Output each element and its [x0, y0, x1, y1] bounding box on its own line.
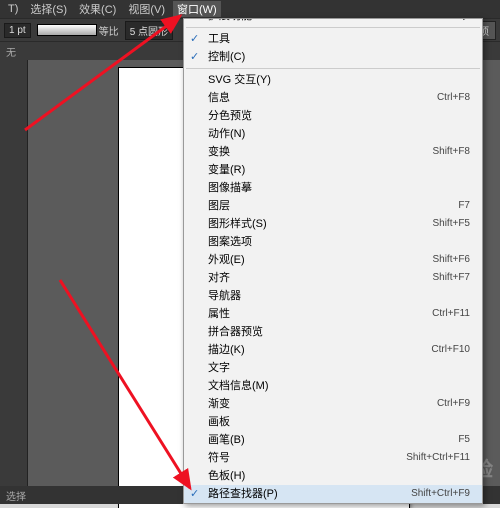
menu-item[interactable]: 导航器	[184, 287, 482, 305]
menu-item-label: 描边(K)	[208, 343, 245, 357]
menu-item[interactable]: 图案选项	[184, 233, 482, 251]
menu-item-view[interactable]: 视图(V)	[124, 1, 169, 17]
menu-item[interactable]: 变换 Shift+F8	[184, 143, 482, 161]
menu-item-shortcut: F5	[440, 433, 470, 447]
menu-item-effect[interactable]: 效果(C)	[75, 1, 120, 17]
menu-item-label: 外观(E)	[208, 253, 245, 267]
menu-item[interactable]: ✓ 路径查找器(P) Shift+Ctrl+F9	[184, 485, 482, 503]
menu-item-shortcut: Ctrl+F10	[413, 343, 470, 357]
menu-item-label: 工具	[208, 32, 230, 46]
menu-item[interactable]: 对齐 Shift+F7	[184, 269, 482, 287]
brush-name-field[interactable]: 5 点圆形	[125, 21, 173, 40]
menu-item-label: 文字	[208, 361, 230, 375]
stroke-profile-swatch[interactable]	[37, 24, 97, 36]
menu-item[interactable]: 图层 F7	[184, 197, 482, 215]
menu-item[interactable]: 分色预览	[184, 107, 482, 125]
menu-item-label: 拼合器预览	[208, 325, 263, 339]
menu-item-label: 图形样式(S)	[208, 217, 267, 231]
menu-item[interactable]: 文字	[184, 359, 482, 377]
check-icon: ✓	[190, 32, 199, 46]
menu-item[interactable]: 外观(E) Shift+F6	[184, 251, 482, 269]
menu-item-label: 图像描摹	[208, 181, 252, 195]
menu-item-label: 属性	[208, 307, 230, 321]
menu-item[interactable]: 画笔(B) F5	[184, 431, 482, 449]
menu-item-label: 动作(N)	[208, 127, 245, 141]
menu-item-label: 渐变	[208, 397, 230, 411]
menu-item[interactable]: 渐变 Ctrl+F9	[184, 395, 482, 413]
menu-item-label: 信息	[208, 91, 230, 105]
profile-label: 等比	[99, 23, 119, 38]
menu-item-shortcut: Shift+F5	[414, 217, 470, 231]
menu-item-label: 导航器	[208, 289, 241, 303]
menu-item-label: 分色预览	[208, 109, 252, 123]
menu-item[interactable]: 文档信息(M)	[184, 377, 482, 395]
menu-item[interactable]: 信息 Ctrl+F8	[184, 89, 482, 107]
menu-item[interactable]: 拼合器预览	[184, 323, 482, 341]
menu-item-label: 控制(C)	[208, 50, 245, 64]
tool-rail	[0, 60, 28, 504]
menu-item-label: 图层	[208, 199, 230, 213]
menu-item-label: 画笔(B)	[208, 433, 245, 447]
menu-item[interactable]: SVG 交互(Y)	[184, 71, 482, 89]
menu-item-label: 扩展功能	[208, 18, 252, 23]
menu-item-label: 对齐	[208, 271, 230, 285]
menu-item-label: 变量(R)	[208, 163, 245, 177]
menu-item[interactable]: 变量(R)	[184, 161, 482, 179]
menu-item-label: 色板(H)	[208, 469, 245, 483]
menu-item[interactable]: ✓ 控制(C)	[184, 48, 482, 66]
menu-item-window[interactable]: 窗口(W)	[173, 1, 221, 17]
menu-item[interactable]: 色板(H)	[184, 467, 482, 485]
menu-item[interactable]: 动作(N)	[184, 125, 482, 143]
menu-item-label: 变换	[208, 145, 230, 159]
menu-item-shortcut: Shift+F7	[414, 271, 470, 285]
menu-item[interactable]: 画板	[184, 413, 482, 431]
menu-item-label: 文档信息(M)	[208, 379, 269, 393]
menu-item-shortcut: F7	[440, 199, 470, 213]
menu-item-label: SVG 交互(Y)	[208, 73, 271, 87]
panel-label: 无	[6, 44, 16, 59]
menu-item-shortcut: Ctrl+F11	[414, 307, 470, 321]
menu-item-label: 符号	[208, 451, 230, 465]
status-label: 选择	[6, 488, 26, 503]
menu-separator	[186, 27, 480, 28]
menu-item[interactable]: 属性 Ctrl+F11	[184, 305, 482, 323]
menu-item-t[interactable]: T)	[4, 3, 22, 15]
menu-item-shortcut: Shift+Ctrl+F11	[388, 451, 470, 465]
submenu-arrow-icon: ▶	[463, 18, 470, 23]
menu-item-shortcut: Shift+Ctrl+F9	[393, 487, 470, 501]
menu-separator	[186, 68, 480, 69]
menu-item[interactable]: 图形样式(S) Shift+F5	[184, 215, 482, 233]
menubar: T) 选择(S) 效果(C) 视图(V) 窗口(W)	[0, 0, 500, 18]
menu-item[interactable]: 扩展功能 ▶	[184, 18, 482, 25]
menu-item-shortcut: Ctrl+F8	[419, 91, 470, 105]
window-menu-dropdown[interactable]: ▲ 新建窗口(W)排列(A)▶工作区▶扩展功能▶✓工具✓控制(C)SVG 交互(…	[183, 18, 483, 504]
menu-item[interactable]: 描边(K) Ctrl+F10	[184, 341, 482, 359]
stroke-weight-field[interactable]: 1 pt	[4, 23, 31, 38]
check-icon: ✓	[190, 487, 199, 501]
menu-item-shortcut: Shift+F8	[414, 145, 470, 159]
menu-item-shortcut: Shift+F6	[414, 253, 470, 267]
menu-item-label: 图案选项	[208, 235, 252, 249]
menu-item-label: 画板	[208, 415, 230, 429]
menu-item[interactable]: 图像描摹	[184, 179, 482, 197]
menu-item[interactable]: 符号 Shift+Ctrl+F11	[184, 449, 482, 467]
menu-item-select[interactable]: 选择(S)	[26, 1, 71, 17]
menu-item[interactable]: ✓ 工具	[184, 30, 482, 48]
menu-item-label: 路径查找器(P)	[208, 487, 278, 501]
check-icon: ✓	[190, 50, 199, 64]
menu-item-shortcut: Ctrl+F9	[419, 397, 470, 411]
